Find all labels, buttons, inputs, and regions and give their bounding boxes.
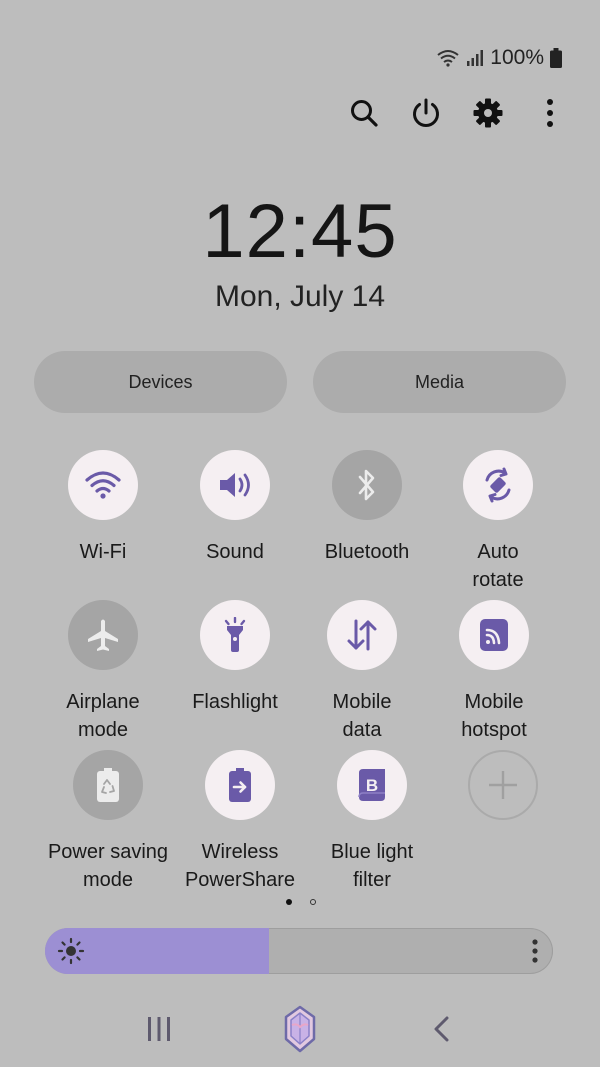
clock-date[interactable]: Mon, July 14 bbox=[0, 280, 600, 314]
settings-button[interactable] bbox=[472, 92, 504, 134]
battery-icon bbox=[550, 48, 562, 68]
brightness-slider[interactable] bbox=[45, 928, 553, 974]
wireless-powershare-icon bbox=[229, 768, 251, 802]
tile-label-line2: filter bbox=[353, 869, 391, 891]
bluetooth-toggle[interactable] bbox=[332, 450, 402, 520]
wifi-status-icon bbox=[436, 49, 460, 67]
add-tile-button[interactable] bbox=[468, 750, 538, 820]
power-saving-toggle[interactable] bbox=[73, 750, 143, 820]
tile-label: Blue light bbox=[330, 841, 414, 863]
tile-blue-light-filter: B Blue light filter bbox=[302, 750, 442, 894]
wifi-toggle[interactable] bbox=[68, 450, 138, 520]
tile-label: Mobile bbox=[332, 691, 392, 713]
svg-text:B: B bbox=[366, 776, 378, 795]
power-button[interactable] bbox=[410, 92, 442, 134]
flashlight-icon bbox=[224, 617, 246, 652]
tile-label: Power saving bbox=[47, 841, 169, 863]
tile-wifi: Wi-Fi bbox=[33, 450, 173, 566]
page-dot-active[interactable] bbox=[286, 899, 292, 905]
sound-toggle[interactable] bbox=[200, 450, 270, 520]
mobile-hotspot-toggle[interactable] bbox=[459, 600, 529, 670]
tile-label-line2: PowerShare bbox=[184, 869, 296, 891]
tile-label: Flashlight bbox=[192, 691, 278, 713]
tile-label: Wi-Fi bbox=[79, 541, 127, 563]
tile-add bbox=[433, 750, 573, 820]
bluetooth-icon bbox=[358, 469, 375, 501]
hotspot-icon bbox=[480, 619, 508, 651]
clock-time[interactable]: 12:45 bbox=[0, 188, 600, 275]
back-button[interactable] bbox=[424, 1012, 458, 1046]
wifi-icon bbox=[85, 471, 121, 499]
search-button[interactable] bbox=[348, 92, 380, 134]
sound-icon bbox=[220, 473, 250, 497]
tile-label: Wireless bbox=[201, 841, 279, 863]
mobile-data-icon bbox=[347, 619, 377, 651]
tile-mobile-hotspot: Mobile hotspot bbox=[424, 600, 564, 744]
tile-bluetooth: Bluetooth bbox=[297, 450, 437, 566]
auto-rotate-icon bbox=[485, 467, 511, 503]
tile-label: Auto bbox=[477, 541, 519, 563]
tile-wireless-powershare: Wireless PowerShare bbox=[170, 750, 310, 894]
auto-rotate-toggle[interactable] bbox=[463, 450, 533, 520]
page-indicator bbox=[286, 899, 316, 905]
mobile-data-toggle[interactable] bbox=[327, 600, 397, 670]
sun-icon bbox=[57, 937, 85, 965]
more-options-button[interactable] bbox=[534, 92, 566, 134]
signal-icon bbox=[466, 49, 484, 67]
airplane-mode-toggle[interactable] bbox=[68, 600, 138, 670]
tile-label-line2: mode bbox=[82, 869, 134, 891]
search-icon bbox=[351, 100, 378, 127]
more-vertical-icon bbox=[547, 99, 553, 127]
tile-label: Bluetooth bbox=[324, 541, 410, 563]
tile-label: Airplane bbox=[66, 691, 140, 713]
plus-icon bbox=[489, 771, 517, 799]
battery-text: 100% bbox=[490, 46, 544, 69]
tile-label-line2: mode bbox=[77, 719, 129, 741]
page-dot[interactable] bbox=[310, 899, 316, 905]
blue-light-filter-icon: B bbox=[358, 769, 385, 801]
tile-power-saving: Power saving mode bbox=[38, 750, 178, 894]
tile-flashlight: Flashlight bbox=[165, 600, 305, 716]
gear-icon bbox=[473, 98, 503, 128]
tile-sound: Sound bbox=[165, 450, 305, 566]
airplane-icon bbox=[88, 619, 118, 651]
tile-label: Mobile bbox=[464, 691, 524, 713]
wireless-powershare-toggle[interactable] bbox=[205, 750, 275, 820]
tile-label-line2: rotate bbox=[472, 569, 524, 591]
media-button[interactable]: Media bbox=[313, 351, 566, 413]
tile-airplane-mode: Airplane mode bbox=[33, 600, 173, 744]
back-icon bbox=[434, 1016, 449, 1042]
recent-apps-button[interactable] bbox=[140, 1012, 178, 1046]
recent-apps-icon bbox=[148, 1017, 170, 1041]
home-button[interactable] bbox=[278, 1004, 322, 1054]
power-icon bbox=[413, 98, 439, 127]
devices-button[interactable]: Devices bbox=[34, 351, 287, 413]
status-bar: 100% bbox=[436, 46, 562, 70]
power-saving-icon bbox=[97, 768, 119, 802]
tile-mobile-data: Mobile data bbox=[292, 600, 432, 744]
tile-label: Sound bbox=[206, 541, 264, 563]
home-crystal-icon bbox=[284, 1005, 316, 1053]
navigation-bar bbox=[0, 1004, 600, 1054]
tile-auto-rotate: Auto rotate bbox=[428, 450, 568, 594]
tile-label-line2: data bbox=[342, 719, 382, 741]
top-actions bbox=[348, 92, 566, 134]
brightness-more-icon[interactable] bbox=[531, 938, 539, 964]
flashlight-toggle[interactable] bbox=[200, 600, 270, 670]
tile-label-line2: hotspot bbox=[461, 719, 527, 741]
blue-light-filter-toggle[interactable]: B bbox=[337, 750, 407, 820]
